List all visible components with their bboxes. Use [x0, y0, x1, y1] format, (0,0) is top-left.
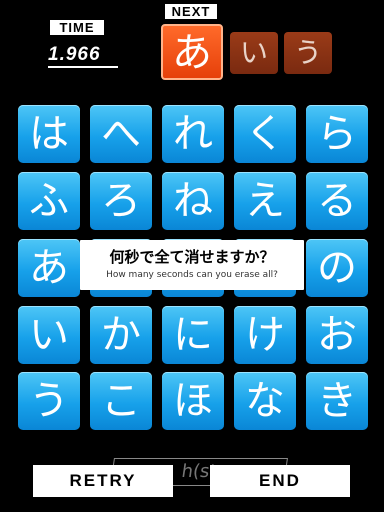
kana-tile[interactable]: き [306, 372, 368, 430]
kana-tile[interactable]: い [18, 306, 80, 364]
kana-tile[interactable]: あ [18, 239, 80, 297]
kana-tile[interactable]: に [162, 306, 224, 364]
kana-tile[interactable]: ふ [18, 172, 80, 230]
kana-tile[interactable]: お [306, 306, 368, 364]
challenge-dialog: 何秒で全て消せますか？ How many seconds can you era… [80, 240, 304, 290]
kana-tile[interactable]: ね [162, 172, 224, 230]
kana-tile[interactable]: こ [90, 372, 152, 430]
end-button[interactable]: END [210, 465, 350, 497]
time-value: 1.966 [48, 44, 118, 68]
kana-tile[interactable]: え [234, 172, 296, 230]
next-label: NEXT [165, 4, 217, 19]
kana-tile[interactable]: ろ [90, 172, 152, 230]
kana-tile[interactable]: く [234, 105, 296, 163]
kana-tile[interactable]: は [18, 105, 80, 163]
time-label: TIME [50, 20, 104, 35]
kana-tile[interactable]: ほ [162, 372, 224, 430]
kana-tile[interactable]: け [234, 306, 296, 364]
kana-tile[interactable]: う [18, 372, 80, 430]
kana-tile[interactable]: れ [162, 105, 224, 163]
next-char-second: い [230, 32, 278, 74]
kana-tile[interactable]: ら [306, 105, 368, 163]
kana-tile[interactable]: の [306, 239, 368, 297]
retry-button[interactable]: RETRY [33, 465, 173, 497]
next-char-third: う [284, 32, 332, 74]
kana-tile[interactable]: る [306, 172, 368, 230]
kana-tile[interactable]: か [90, 306, 152, 364]
dialog-question-en: How many seconds can you erase all? [106, 270, 278, 280]
dialog-question-ja: 何秒で全て消せますか？ [109, 248, 275, 266]
kana-tile[interactable]: な [234, 372, 296, 430]
next-char-current: あ [161, 24, 223, 80]
kana-tile[interactable]: へ [90, 105, 152, 163]
